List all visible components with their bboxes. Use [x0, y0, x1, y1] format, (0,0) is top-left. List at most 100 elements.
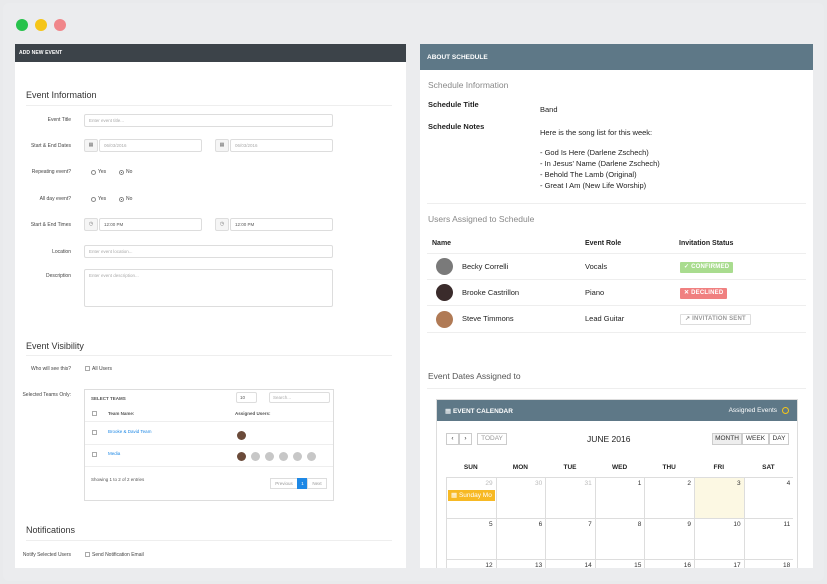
- notes-line: - God Is Here (Darlene Zschech): [540, 148, 649, 157]
- close-window-dot[interactable]: [16, 19, 28, 31]
- day-number: 1: [637, 480, 642, 487]
- calendar-icon[interactable]: ▦: [215, 139, 229, 152]
- notify-label: Notify Selected Users: [22, 552, 71, 558]
- location-input[interactable]: Enter event location...: [84, 245, 333, 258]
- day-number: 5: [488, 521, 493, 528]
- calendar-day-cell[interactable]: 8: [594, 518, 645, 559]
- week-view-button[interactable]: WEEK: [742, 433, 769, 445]
- end-time-input[interactable]: 12:00 PM: [230, 218, 333, 231]
- repeating-no-radio[interactable]: [119, 170, 124, 175]
- day-number: 15: [634, 562, 642, 568]
- repeating-label: Repeating event?: [31, 169, 71, 175]
- col-name: Name: [432, 240, 452, 247]
- event-visibility-heading: Event Visibility: [26, 341, 84, 351]
- calendar-day-cell[interactable]: 29 ▦ Sunday Mo: [446, 477, 496, 518]
- calendar-day-cell[interactable]: 30: [495, 477, 546, 518]
- notes-line: - Great I Am (New Life Worship): [540, 181, 647, 190]
- avatar: [436, 258, 453, 275]
- calendar-day-cell[interactable]: 14: [545, 559, 595, 568]
- team-row-checkbox[interactable]: [92, 452, 97, 457]
- day-of-week-header: FRI: [713, 464, 725, 471]
- calendar-day-cell[interactable]: 4: [743, 477, 794, 518]
- day-number: 4: [786, 480, 791, 487]
- month-view-button[interactable]: MONTH: [712, 433, 742, 445]
- calendar-day-cell[interactable]: 17: [694, 559, 744, 568]
- calendar-title: EVENT CALENDAR: [452, 408, 513, 415]
- today-button[interactable]: TODAY: [477, 433, 507, 445]
- next-month-button[interactable]: ›: [459, 433, 472, 445]
- calendar-day-cell[interactable]: 9: [644, 518, 694, 559]
- calendar-event[interactable]: ▦ Sunday Mo: [448, 490, 495, 501]
- location-label: Location: [52, 249, 71, 255]
- avatar-placeholder-icon: [293, 452, 302, 461]
- prev-page-button[interactable]: Previous: [270, 478, 298, 489]
- divider: [427, 388, 806, 389]
- status-badge: ✓ CONFIRMED: [680, 262, 734, 273]
- calendar-day-cell[interactable]: 13: [495, 559, 546, 568]
- calendar-day-cell[interactable]: 10: [694, 518, 744, 559]
- day-view-button[interactable]: DAY: [769, 433, 789, 445]
- send-email-label: Send Notification Email: [92, 552, 144, 558]
- day-of-week-header: WED: [612, 464, 628, 471]
- repeating-yes-radio[interactable]: [91, 170, 96, 175]
- col-status: Invitation Status: [679, 240, 734, 247]
- status-text: INVITATION SENT: [692, 316, 746, 322]
- day-number: 18: [782, 562, 791, 568]
- description-textarea[interactable]: Enter event description...: [84, 269, 333, 307]
- description-label: Description: [45, 273, 71, 279]
- team-search-input[interactable]: Search...: [269, 392, 330, 403]
- users-assigned-heading: Users Assigned to Schedule: [428, 214, 535, 224]
- clock-icon[interactable]: ◷: [215, 218, 229, 231]
- maximize-window-dot[interactable]: [54, 19, 66, 31]
- divider: [427, 279, 806, 280]
- user-name: Becky Correlli: [462, 262, 509, 271]
- day-of-week-header: SUN: [463, 464, 478, 471]
- prev-month-button[interactable]: ‹: [446, 433, 459, 445]
- send-email-checkbox[interactable]: [85, 552, 90, 557]
- team-link[interactable]: Media: [108, 451, 120, 456]
- calendar-day-cell[interactable]: 1: [594, 477, 645, 518]
- calendar-day-cell[interactable]: 16: [644, 559, 694, 568]
- day-number: 13: [534, 562, 543, 568]
- clock-icon[interactable]: ◷: [84, 218, 98, 231]
- allday-no-radio[interactable]: [119, 197, 124, 202]
- day-number: 31: [584, 480, 592, 487]
- day-number: 30: [534, 480, 543, 487]
- end-date-input[interactable]: 06/03/2016: [230, 139, 333, 152]
- status-text: CONFIRMED: [691, 264, 730, 270]
- team-link[interactable]: Brooke & David Team: [108, 429, 151, 434]
- calendar-day-cell[interactable]: 31: [545, 477, 595, 518]
- calendar-day-cell[interactable]: 2: [644, 477, 694, 518]
- day-number: 11: [783, 521, 791, 528]
- times-label: Start & End Times: [30, 222, 71, 228]
- next-page-button[interactable]: Next: [307, 478, 327, 489]
- about-schedule-header: ABOUT SCHEDULE: [420, 44, 813, 70]
- table-info: Showing 1 to 2 of 2 entries: [91, 477, 145, 482]
- calendar-day-cell[interactable]: 11: [743, 518, 794, 559]
- calendar-day-cell[interactable]: 12: [446, 559, 496, 568]
- dates-label: Start & End Dates: [30, 143, 71, 149]
- calendar-day-cell[interactable]: 18: [743, 559, 794, 568]
- event-title-input[interactable]: Enter event title...: [84, 114, 333, 127]
- day-number: 12: [485, 562, 493, 568]
- calendar-day-cell[interactable]: 3: [694, 477, 744, 518]
- avatar-placeholder-icon: [251, 452, 260, 461]
- divider: [427, 305, 806, 306]
- day-number: 17: [733, 562, 741, 568]
- allday-yes-radio[interactable]: [91, 197, 96, 202]
- start-date-input[interactable]: 06/03/2016: [99, 139, 202, 152]
- start-time-input[interactable]: 12:00 PM: [99, 218, 202, 231]
- day-of-week-header: SAT: [762, 464, 775, 471]
- calendar-day-cell[interactable]: 5: [446, 518, 496, 559]
- calendar-icon[interactable]: ▦: [84, 139, 98, 152]
- all-users-checkbox[interactable]: [85, 366, 90, 371]
- calendar-day-cell[interactable]: 15: [594, 559, 645, 568]
- page-size-select[interactable]: 10: [236, 392, 257, 403]
- team-row-checkbox[interactable]: [92, 430, 97, 435]
- allday-label: All day event?: [39, 196, 71, 202]
- calendar-day-cell[interactable]: 6: [495, 518, 546, 559]
- minimize-window-dot[interactable]: [35, 19, 47, 31]
- calendar-day-cell[interactable]: 7: [545, 518, 595, 559]
- day-number: 10: [733, 521, 741, 528]
- select-all-checkbox[interactable]: [92, 411, 97, 416]
